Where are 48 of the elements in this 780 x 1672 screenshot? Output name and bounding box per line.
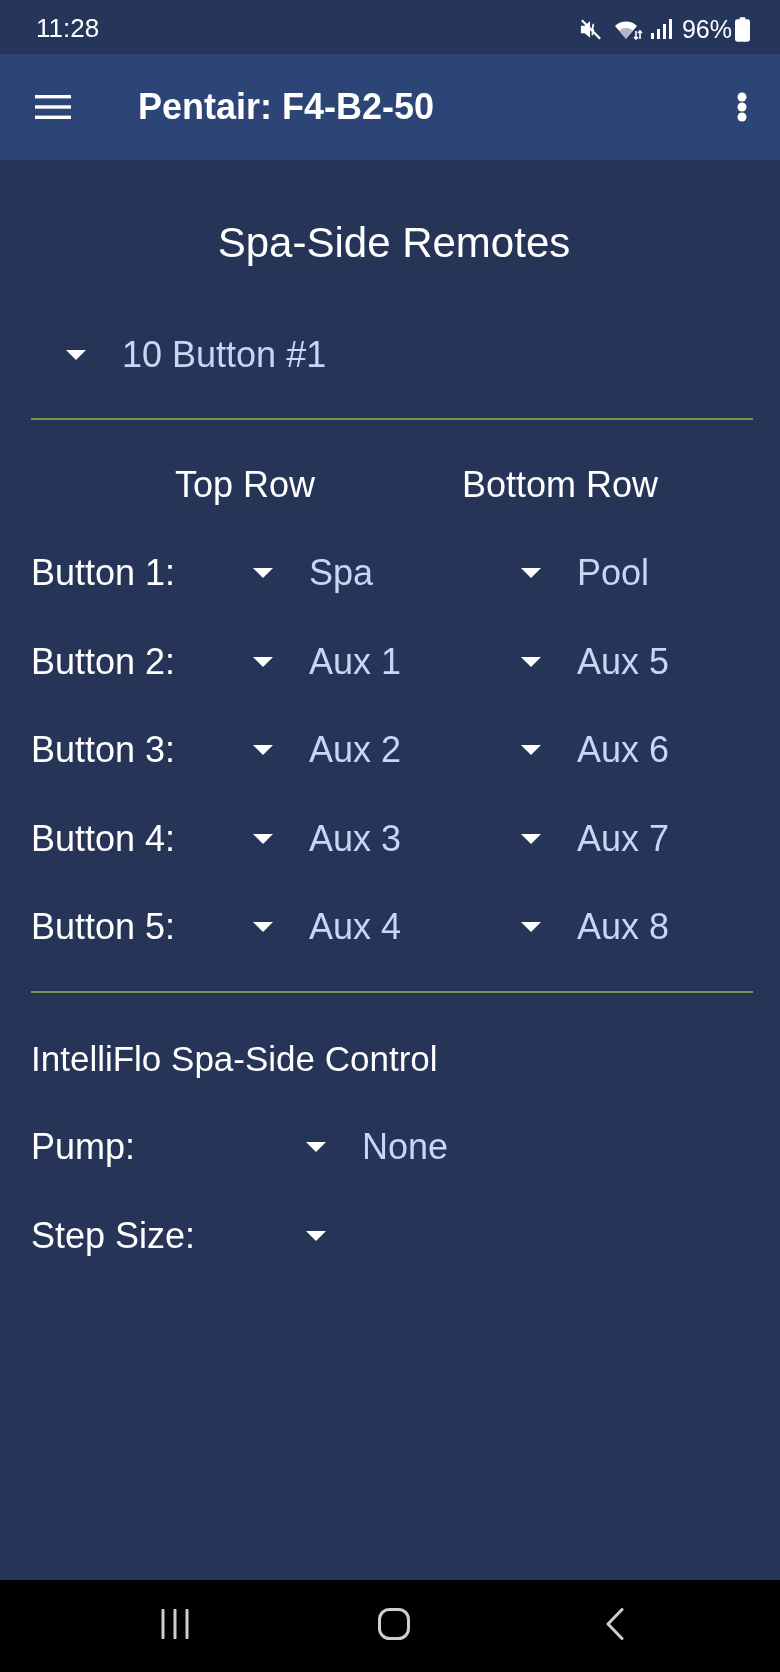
caret-icon: [521, 922, 541, 933]
function-dropdown[interactable]: Aux 6: [521, 728, 670, 773]
function-dropdown[interactable]: Aux 4: [253, 905, 402, 950]
caret-icon: [253, 833, 273, 844]
caret-icon: [253, 745, 273, 756]
remote-dropdown[interactable]: 10 Button #1: [66, 333, 327, 377]
caret-icon: [253, 656, 273, 667]
more-options-icon[interactable]: [737, 92, 747, 122]
caret-icon: [306, 1142, 326, 1152]
page-title: Spa-Side Remotes: [216, 218, 572, 268]
row-label: Button 1:: [31, 551, 176, 596]
function-dropdown[interactable]: Aux 8: [521, 905, 670, 950]
function-dropdown[interactable]: Aux 3: [253, 816, 402, 861]
app-title: Pentair: F4-B2-50: [138, 85, 435, 129]
recents-icon[interactable]: [161, 1609, 189, 1639]
function-dropdown[interactable]: Pool: [521, 551, 650, 596]
row-label: Button 5:: [31, 905, 176, 950]
row-label: Button 3:: [31, 728, 176, 773]
back-icon[interactable]: [606, 1608, 624, 1640]
field-label: Step Size:: [31, 1214, 196, 1258]
column-header: Bottom Row: [462, 463, 659, 507]
caret-icon: [253, 922, 273, 933]
function-dropdown[interactable]: Aux 5: [521, 639, 670, 684]
value-dropdown[interactable]: [306, 1231, 326, 1241]
battery-percent: 96%: [681, 15, 732, 43]
field-label: Pump:: [31, 1125, 136, 1169]
caret-icon: [253, 568, 273, 579]
caret-icon: [66, 350, 86, 360]
function-dropdown[interactable]: Spa: [253, 551, 374, 596]
caret-icon: [521, 656, 541, 667]
column-header: Top Row: [175, 463, 316, 507]
function-dropdown[interactable]: Aux 1: [253, 639, 402, 684]
section-title: IntelliFlo Spa-Side Control: [31, 1037, 438, 1080]
home-icon[interactable]: [378, 1608, 410, 1640]
battery-icon: [735, 16, 750, 42]
function-dropdown[interactable]: Aux 2: [253, 728, 402, 773]
row-label: Button 2:: [31, 639, 176, 684]
menu-icon[interactable]: [35, 95, 71, 119]
function-dropdown[interactable]: Aux 7: [521, 816, 670, 861]
signal-icon: [649, 18, 672, 40]
caret-icon: [521, 568, 541, 579]
caret-icon: [521, 745, 541, 756]
row-label: Button 4:: [31, 816, 176, 861]
caret-icon: [306, 1231, 326, 1241]
status-time: 11:28: [36, 12, 100, 43]
caret-icon: [521, 833, 541, 844]
mute-icon: [579, 18, 602, 40]
value-dropdown[interactable]: None: [306, 1125, 449, 1169]
